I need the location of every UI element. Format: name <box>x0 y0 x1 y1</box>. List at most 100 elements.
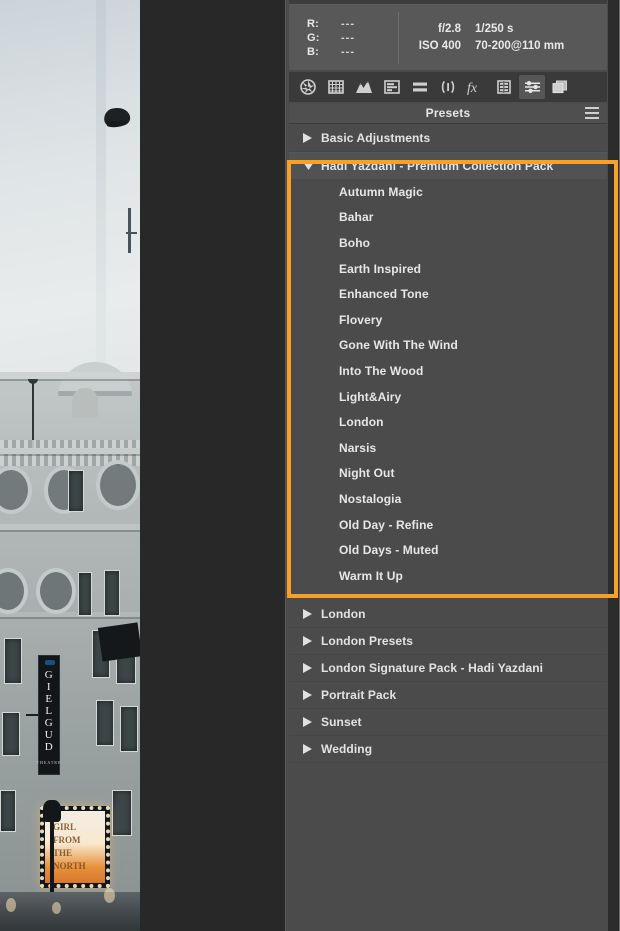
exif-aperture: f/2.8 <box>437 23 461 35</box>
preset-item-label: Night Out <box>339 466 395 481</box>
theatre-sign-badge <box>45 660 55 665</box>
list-item[interactable]: Old Day - Refine <box>289 512 607 538</box>
chevron-right-icon[interactable] <box>303 608 321 619</box>
building-arch-window-3 <box>96 460 140 510</box>
sign-post-horizontal <box>126 232 137 234</box>
preset-group-label: Basic Adjustments <box>321 131 431 145</box>
mountains-icon[interactable] <box>351 75 377 99</box>
preset-item-label: Nostalogia <box>339 491 402 506</box>
building-statue <box>72 388 98 418</box>
preset-group-london[interactable]: London <box>289 601 607 628</box>
develop-panel: R: --- G: --- B: --- f/2.8 1/250 s ISO 4… <box>285 0 620 931</box>
preset-item-label: Narsis <box>339 440 377 455</box>
preset-group-london-presets[interactable]: London Presets <box>289 628 607 655</box>
grid-icon[interactable] <box>323 75 349 99</box>
chevron-right-icon[interactable] <box>303 133 321 143</box>
list-item[interactable]: Into The Wood <box>289 358 607 384</box>
preset-item-label: Old Day - Refine <box>339 517 434 532</box>
list-item[interactable]: Autumn Magic <box>289 179 607 205</box>
list-item[interactable]: Nostalogia <box>289 486 607 512</box>
preset-group-wedding[interactable]: Wedding <box>289 736 607 763</box>
exif-readout: f/2.8 1/250 s ISO 400 70-200@110 mm <box>399 12 607 64</box>
list-item[interactable]: Light&Airy <box>289 384 607 410</box>
preset-group-sunset[interactable]: Sunset <box>289 709 607 736</box>
preset-item-label: Old Days - Muted <box>339 543 439 558</box>
sky-region <box>0 0 140 400</box>
sign-post-vertical <box>128 208 131 253</box>
preset-item-label: Warm It Up <box>339 568 403 583</box>
exif-iso: ISO 400 <box>418 40 461 52</box>
module-toolbar: fx <box>289 72 607 102</box>
list-item[interactable]: London <box>289 409 607 435</box>
preset-item-label: Boho <box>339 235 371 250</box>
chevron-right-icon[interactable] <box>303 716 321 727</box>
brackets-icon[interactable] <box>435 75 461 99</box>
list-item[interactable]: Earth Inspired <box>289 256 607 282</box>
chevron-right-icon[interactable] <box>303 689 321 700</box>
hamburger-menu-icon[interactable] <box>585 107 599 119</box>
preset-item-label: Into The Wood <box>339 363 424 378</box>
presets-list[interactable]: Basic Adjustments Hadi Yazdani - Premium… <box>289 125 607 931</box>
rgb-row-g: G: --- <box>307 32 398 44</box>
building-window-g <box>2 712 20 756</box>
list-item[interactable]: Enhanced Tone <box>289 281 607 307</box>
list-item[interactable]: Flovery <box>289 307 607 333</box>
app-root: G I E L G U D THEATRE GIRL FROM THE NORT… <box>0 0 620 931</box>
presets-header: Presets <box>289 103 607 124</box>
marquee-text: GIRL FROM THE NORTH <box>53 822 86 871</box>
theatre-sign-letter: E <box>45 693 53 705</box>
list-item[interactable]: Old Days - Muted <box>289 537 607 563</box>
develop-panel-inner: R: --- G: --- B: --- f/2.8 1/250 s ISO 4… <box>285 0 609 931</box>
theatre-sign-letter: L <box>45 705 53 717</box>
building-arch-window-5 <box>36 568 76 614</box>
image-info-bar: R: --- G: --- B: --- f/2.8 1/250 s ISO 4… <box>289 5 607 70</box>
aperture-icon[interactable] <box>295 75 321 99</box>
building-cornice-1 <box>0 372 140 379</box>
chevron-down-icon[interactable] <box>303 162 321 170</box>
sky-streak <box>96 0 106 400</box>
list-item[interactable]: Narsis <box>289 435 607 461</box>
preset-group-label: London Signature Pack - Hadi Yazdani <box>321 660 544 675</box>
building-window-c <box>104 570 120 616</box>
layers-list-icon[interactable] <box>491 75 517 99</box>
preset-item-label: Flovery <box>339 312 383 327</box>
rgb-label-b: B: <box>307 45 320 58</box>
exif-row-2: ISO 400 70-200@110 mm <box>399 40 593 52</box>
rgb-value-r: --- <box>341 17 355 30</box>
chevron-right-icon[interactable] <box>303 743 321 754</box>
preset-group-hadi-yazdani-premium-collection-pack[interactable]: Hadi Yazdani - Premium Collection Pack A… <box>289 152 607 589</box>
list-item[interactable]: Bahar <box>289 205 607 231</box>
theatre-sign-subtitle: THEATRE <box>36 760 62 765</box>
street-light-blur-3 <box>104 888 115 903</box>
theatre-sign-letter: D <box>44 741 54 753</box>
levels-icon[interactable] <box>379 75 405 99</box>
preset-group-label: Wedding <box>321 741 373 756</box>
chevron-right-icon[interactable] <box>303 662 321 673</box>
street-light-blur-2 <box>52 902 61 914</box>
list-item[interactable]: Night Out <box>289 461 607 487</box>
rgb-value-g: --- <box>341 31 355 44</box>
preset-group-basic-adjustments[interactable]: Basic Adjustments <box>289 125 607 152</box>
copy-layers-icon[interactable] <box>547 75 573 99</box>
chevron-right-icon[interactable] <box>303 635 321 646</box>
svg-text:fx: fx <box>467 81 478 95</box>
list-item[interactable]: Warm It Up <box>289 563 607 589</box>
preset-group-header[interactable]: Hadi Yazdani - Premium Collection Pack <box>289 152 607 179</box>
street-region <box>0 892 140 931</box>
preset-item-label: London <box>339 415 384 430</box>
preset-group-london-signature-pack[interactable]: London Signature Pack - Hadi Yazdani <box>289 655 607 682</box>
preset-group-portrait-pack[interactable]: Portrait Pack <box>289 682 607 709</box>
building-cornice-3 <box>0 524 140 530</box>
adjustments-icon[interactable] <box>519 75 545 99</box>
awning-shadow <box>97 622 140 662</box>
list-item[interactable]: Gone With The Wind <box>289 333 607 359</box>
street-light-blur-1 <box>6 898 16 912</box>
photo-preview[interactable]: G I E L G U D THEATRE GIRL FROM THE NORT… <box>0 0 140 931</box>
preset-group-label: Portrait Pack <box>321 687 397 702</box>
fx-icon[interactable]: fx <box>463 75 489 99</box>
list-item[interactable]: Boho <box>289 230 607 256</box>
theatre-vertical-sign: G I E L G U D THEATRE <box>36 655 62 775</box>
sliders-bars-icon[interactable] <box>407 75 433 99</box>
exif-shutter: 1/250 s <box>475 23 514 35</box>
building-window-k <box>112 790 132 836</box>
